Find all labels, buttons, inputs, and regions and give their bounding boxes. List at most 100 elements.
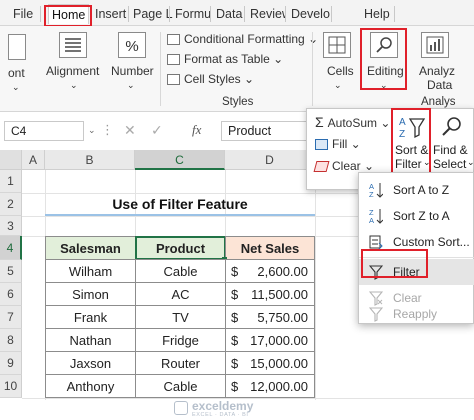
row-header[interactable]: 9 [0,352,22,375]
enter-icon[interactable]: ✓ [151,122,163,139]
sales-amount: 11,500.00 [251,287,308,302]
conditional-formatting-button[interactable]: Conditional Formatting ⌄ [167,30,318,48]
analysis-group-label: Analys [421,96,456,108]
tab-file[interactable]: File [10,4,36,24]
find-select-label-2: Select [433,157,467,171]
column-header[interactable]: D [225,150,315,170]
chevron-down-icon: ⌄ [12,82,20,92]
table-cell-salesman[interactable]: Nathan [45,328,136,352]
table-cell-salesman[interactable]: Wilham [45,259,136,283]
name-box[interactable]: C4 [4,121,84,141]
filter-item-highlight [361,249,428,278]
cells-icon[interactable] [323,32,351,58]
table-cell-net-sales[interactable]: $15,000.00 [225,351,315,375]
tab-help[interactable]: Help [361,4,393,24]
conditional-formatting-icon [167,34,180,46]
function-icon[interactable]: fx [192,122,201,138]
font-label[interactable]: ont [8,66,25,80]
percent-icon[interactable]: % [118,32,146,58]
reapply-item[interactable]: Reapply [359,301,474,327]
currency-symbol: $ [231,333,239,348]
table-cell-net-sales[interactable]: $12,000.00 [225,374,315,398]
sigma-icon: Σ [315,114,324,130]
fill-button[interactable]: Fill ⌄ [315,135,361,153]
cells-label[interactable]: Cells [327,64,354,78]
table-cell-product[interactable]: TV [135,305,226,329]
editing-button-highlight [360,28,407,90]
svg-text:%: % [125,38,138,55]
font-icon[interactable] [8,34,26,60]
tab-developer[interactable]: Develo [288,4,330,24]
table-cell-salesman[interactable]: Anthony [45,374,136,398]
table-cell-product[interactable]: AC [135,282,226,306]
sales-amount: 2,600.00 [257,264,308,279]
column-header[interactable]: B [45,150,135,170]
table-cell-net-sales[interactable]: $2,600.00 [225,259,315,283]
chevron-down-icon: ⌄ [467,157,474,167]
tab-divider [40,6,41,22]
row-header[interactable]: 3 [0,216,22,236]
reapply-icon [369,307,383,322]
analyze-data-label[interactable]: Analyz [419,64,455,78]
table-cell-net-sales[interactable]: $11,500.00 [225,282,315,306]
chevron-down-icon: ⌄ [334,80,342,90]
currency-symbol: $ [231,310,239,325]
autosum-button[interactable]: Σ AutoSum ⌄ [315,113,390,131]
table-cell-salesman[interactable]: Simon [45,282,136,306]
analyze-data-icon[interactable] [421,32,449,58]
net-sales-header[interactable]: Net Sales [225,236,315,260]
tab-review[interactable]: Review [247,4,285,24]
row-header[interactable]: 6 [0,283,22,306]
format-as-table-button[interactable]: Format as Table ⌄ [167,50,283,68]
more-options-icon: ⋮ [101,122,114,137]
table-cell-net-sales[interactable]: $5,750.00 [225,305,315,329]
currency-symbol: $ [231,356,239,371]
row-header[interactable]: 5 [0,260,22,283]
select-all-corner[interactable] [0,150,22,170]
table-cell-salesman[interactable]: Jaxson [45,351,136,375]
tab-divider [128,6,129,22]
watermark: exceldemy EXCEL · DATA · BI [174,399,294,419]
alignment-icon[interactable] [59,32,87,58]
chevron-down-icon: ⌄ [70,80,78,90]
number-label[interactable]: Number [111,64,154,78]
home-tab-highlight [44,5,92,27]
row-header[interactable]: 7 [0,306,22,329]
tab-formulas[interactable]: Formu [172,4,214,24]
tab-divider [244,6,245,22]
tab-insert[interactable]: Insert [92,4,129,24]
cell-styles-button[interactable]: Cell Styles ⌄ [167,70,254,88]
table-cell-salesman[interactable]: Frank [45,305,136,329]
table-cell-product[interactable]: Fridge [135,328,226,352]
tab-data[interactable]: Data [213,4,245,24]
table-cell-net-sales[interactable]: $17,000.00 [225,328,315,352]
sheet-title[interactable]: Use of Filter Feature [45,193,315,216]
alignment-label[interactable]: Alignment [46,64,99,78]
styles-group-label: Styles [222,96,254,108]
cancel-icon[interactable]: ✕ [124,122,136,139]
chevron-down-icon: ⌄ [127,80,135,90]
product-header[interactable]: Product [135,236,226,260]
column-header[interactable]: A [22,150,45,170]
gridline [315,170,316,400]
row-header[interactable]: 1 [0,170,22,193]
sort-a-to-z-item[interactable]: AZ Sort A to Z [359,177,474,203]
row-header[interactable]: 2 [0,193,22,216]
sort-filter-menu: AZ Sort A to Z ZA Sort Z to A Custom Sor… [358,172,474,324]
salesman-header[interactable]: Salesman [45,236,136,260]
column-header[interactable]: C [135,150,225,170]
find-select-label-1: Find & [433,143,468,157]
search-icon [442,117,461,136]
analyze-data-label-2[interactable]: Data [427,78,452,92]
table-cell-product[interactable]: Cable [135,374,226,398]
tab-divider [285,6,286,22]
table-cell-product[interactable]: Router [135,351,226,375]
sort-z-to-a-item[interactable]: ZA Sort Z to A [359,203,474,229]
table-cell-product[interactable]: Cable [135,259,226,283]
chevron-down-icon[interactable]: ⌄ [88,125,96,136]
row-header[interactable]: 4 [0,236,22,260]
tab-divider [394,6,395,22]
exceldemy-logo-icon [174,401,188,415]
row-header[interactable]: 8 [0,329,22,352]
row-header[interactable]: 10 [0,375,22,398]
